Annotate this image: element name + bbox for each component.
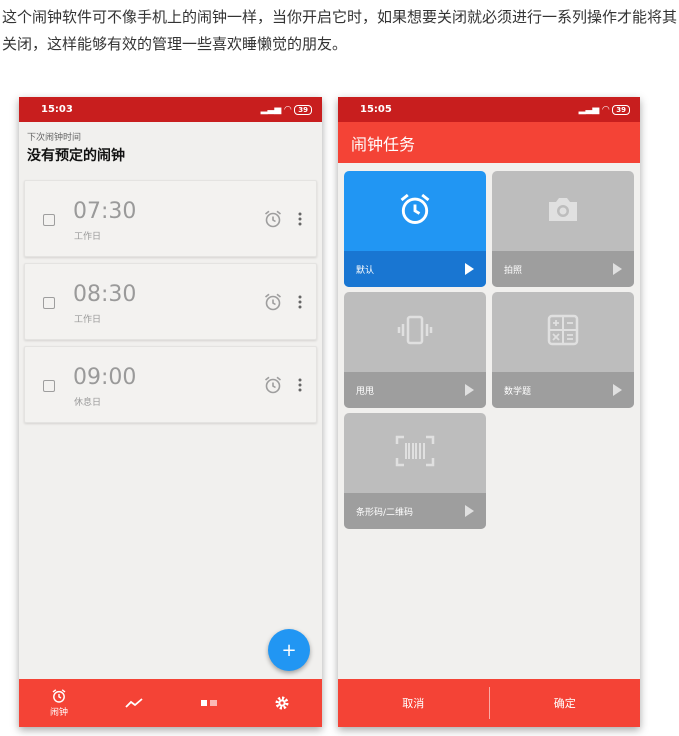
alarm-days: 工作日 [74,232,102,242]
app-bar: 闹钟任务 [338,122,640,163]
nav-tab-alarm-label: 闹钟 [49,708,68,718]
task-tile-shake[interactable]: 甩甩 [344,292,486,408]
alarm-card[interactable]: 07:30 工作日 [24,180,317,257]
play-icon[interactable] [465,263,474,275]
intro-paragraph: 这个闹钟软件可不像手机上的闹钟一样，当你开启它时，如果想要关闭就必须进行一系列操… [2,8,678,53]
task-label: 默认 [356,265,375,276]
next-alarm-value: 没有预定的闹钟 [27,148,125,164]
add-alarm-button[interactable]: + [268,629,310,671]
alarm-task-screen: 15:05 ▂▃▅ ◠ 39 闹钟任务 默认 拍照 甩甩 数学题 条形码/二维码… [338,97,640,727]
status-time: 15:05 [360,104,392,115]
alarm-clock-icon [52,689,66,703]
id-card-icon [201,700,217,706]
barcode-icon [395,435,435,467]
alarm-enable-checkbox[interactable] [43,214,55,226]
signal-icon: ▂▃▅ [260,104,282,115]
battery-icon: 39 [612,104,630,115]
alarm-enable-checkbox[interactable] [43,297,55,309]
confirm-button[interactable]: 确定 [490,679,641,727]
more-vert-icon[interactable] [297,210,303,228]
status-bar: 15:05 ▂▃▅ ◠ 39 [338,97,640,122]
task-label: 拍照 [504,265,523,276]
status-bar: 15:03 ▂▃▅ ◠ 39 [19,97,322,122]
gear-icon [275,696,289,710]
task-tile-math[interactable]: 数学题 [492,292,634,408]
play-icon[interactable] [465,384,474,396]
cancel-button[interactable]: 取消 [338,679,489,727]
bottom-navigation: 闹钟 [19,679,322,727]
alarm-clock-icon[interactable] [263,209,283,229]
alarm-time: 08:30 [73,282,137,307]
play-icon[interactable] [613,263,622,275]
task-label: 条形码/二维码 [356,507,414,518]
vibrate-phone-icon [397,315,433,345]
dialog-action-bar: 取消 确定 [338,679,640,727]
alarm-time: 07:30 [73,199,137,224]
alarm-clock-icon[interactable] [263,292,283,312]
alarm-days: 工作日 [74,315,102,325]
task-tile-photo[interactable]: 拍照 [492,171,634,287]
nav-tab-cards[interactable] [189,679,229,727]
alarm-list-screen: 15:03 ▂▃▅ ◠ 39 下次闹钟时间 没有预定的闹钟 07:30 工作日 … [19,97,322,727]
alarm-card[interactable]: 09:00 休息日 [24,346,317,423]
play-icon[interactable] [613,384,622,396]
battery-icon: 39 [294,104,312,115]
page-title: 闹钟任务 [351,134,416,154]
nav-tab-stats[interactable] [114,679,154,727]
play-icon[interactable] [465,505,474,517]
task-label: 甩甩 [356,386,375,397]
camera-icon [549,198,577,221]
alarm-clock-icon [400,193,430,224]
nav-tab-alarm[interactable]: 闹钟 [39,679,79,727]
alarm-clock-icon[interactable] [263,375,283,395]
alarm-card[interactable]: 08:30 工作日 [24,263,317,340]
more-vert-icon[interactable] [297,376,303,394]
nav-tab-settings[interactable] [262,679,302,727]
task-label: 数学题 [504,386,532,397]
trend-chart-icon [125,698,143,708]
alarm-enable-checkbox[interactable] [43,380,55,392]
signal-icon: ▂▃▅ [578,104,600,115]
task-tile-barcode[interactable]: 条形码/二维码 [344,413,486,529]
calculator-icon [547,314,579,346]
task-tile-default[interactable]: 默认 [344,171,486,287]
alarm-time: 09:00 [73,365,137,390]
more-vert-icon[interactable] [297,293,303,311]
alarm-days: 休息日 [74,398,102,408]
status-time: 15:03 [41,104,73,115]
wifi-icon: ◠ [284,104,292,115]
next-alarm-label: 下次闹钟时间 [27,133,82,143]
wifi-icon: ◠ [602,104,610,115]
